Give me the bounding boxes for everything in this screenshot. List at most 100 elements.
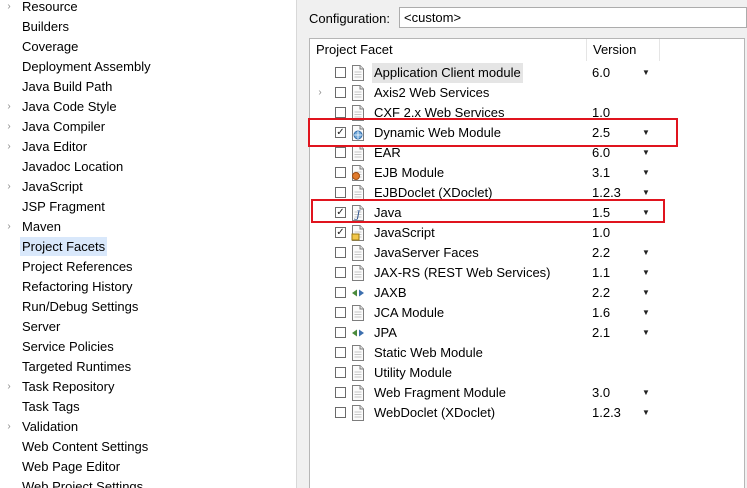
facet-checkbox[interactable]	[335, 387, 346, 398]
nav-item-server[interactable]: Server	[0, 317, 290, 336]
version-dropdown-icon[interactable]: ▼	[642, 323, 650, 343]
nav-item-maven[interactable]: › Maven	[0, 217, 290, 236]
nav-item-resource[interactable]: › Resource	[0, 0, 290, 16]
nav-item-javadoc-location[interactable]: Javadoc Location	[0, 157, 290, 176]
nav-item-run-debug-settings[interactable]: Run/Debug Settings	[0, 297, 290, 316]
version-dropdown-icon[interactable]: ▼	[642, 303, 650, 323]
facet-checkbox[interactable]	[335, 187, 346, 198]
nav-item-java-compiler[interactable]: › Java Compiler	[0, 117, 290, 136]
nav-item-web-project-settings[interactable]: Web Project Settings	[0, 477, 290, 488]
version-dropdown-icon[interactable]: ▼	[642, 63, 650, 83]
facet-version[interactable]: 3.1	[592, 163, 610, 183]
version-dropdown-icon[interactable]: ▼	[642, 123, 650, 143]
facet-checkbox[interactable]	[335, 267, 346, 278]
facet-row-javascript[interactable]: ✓ JavaScript 1.0	[310, 223, 744, 243]
nav-item-coverage[interactable]: Coverage	[0, 37, 290, 56]
facet-version[interactable]: 2.2	[592, 243, 610, 263]
nav-item-project-facets[interactable]: Project Facets	[0, 237, 290, 256]
expand-arrow-icon[interactable]: ›	[4, 177, 14, 196]
facet-version[interactable]: 2.5	[592, 123, 610, 143]
facet-checkbox[interactable]: ✓	[335, 227, 346, 238]
facet-version[interactable]: 1.1	[592, 263, 610, 283]
version-dropdown-icon[interactable]: ▼	[642, 203, 650, 223]
expand-arrow-icon[interactable]: ›	[4, 137, 14, 156]
facet-checkbox[interactable]: ✓	[335, 127, 346, 138]
nav-item-task-repository[interactable]: › Task Repository	[0, 377, 290, 396]
facet-checkbox[interactable]	[335, 407, 346, 418]
facet-checkbox[interactable]	[335, 347, 346, 358]
facet-checkbox[interactable]	[335, 87, 346, 98]
facet-checkbox[interactable]	[335, 107, 346, 118]
nav-item-web-page-editor[interactable]: Web Page Editor	[0, 457, 290, 476]
nav-item-javascript[interactable]: › JavaScript	[0, 177, 290, 196]
nav-item-deployment-assembly[interactable]: Deployment Assembly	[0, 57, 290, 76]
facet-version[interactable]: 1.6	[592, 303, 610, 323]
expand-arrow-icon[interactable]: ›	[4, 0, 14, 16]
facet-row-javaserver-faces[interactable]: JavaServer Faces 2.2 ▼	[310, 243, 744, 263]
facet-row-webdoclet-xdoclet[interactable]: WebDoclet (XDoclet) 1.2.3 ▼	[310, 403, 744, 423]
version-dropdown-icon[interactable]: ▼	[642, 183, 650, 203]
nav-item-refactoring-history[interactable]: Refactoring History	[0, 277, 290, 296]
nav-item-task-tags[interactable]: Task Tags	[0, 397, 290, 416]
facet-checkbox[interactable]	[335, 367, 346, 378]
facet-version[interactable]: 2.1	[592, 323, 610, 343]
nav-item-builders[interactable]: Builders	[0, 17, 290, 36]
version-dropdown-icon[interactable]: ▼	[642, 383, 650, 403]
nav-item-project-references[interactable]: Project References	[0, 257, 290, 276]
facet-version[interactable]: 1.2.3	[592, 403, 621, 423]
nav-item-targeted-runtimes[interactable]: Targeted Runtimes	[0, 357, 290, 376]
version-dropdown-icon[interactable]: ▼	[642, 283, 650, 303]
facet-version[interactable]: 6.0	[592, 143, 610, 163]
expand-arrow-icon[interactable]: ›	[4, 217, 14, 236]
facet-row-application-client-module[interactable]: Application Client module 6.0 ▼	[310, 63, 744, 83]
facet-checkbox[interactable]	[335, 147, 346, 158]
configuration-select[interactable]: <custom>	[399, 7, 747, 28]
version-dropdown-icon[interactable]: ▼	[642, 263, 650, 283]
facet-version[interactable]: 3.0	[592, 383, 610, 403]
expand-arrow-icon[interactable]: ›	[4, 377, 14, 396]
nav-item-java-code-style[interactable]: › Java Code Style	[0, 97, 290, 116]
facet-checkbox[interactable]	[335, 307, 346, 318]
nav-item-web-content-settings[interactable]: Web Content Settings	[0, 437, 290, 456]
facet-checkbox[interactable]	[335, 247, 346, 258]
version-dropdown-icon[interactable]: ▼	[642, 403, 650, 423]
facet-row-jpa[interactable]: JPA 2.1 ▼	[310, 323, 744, 343]
facet-checkbox[interactable]	[335, 287, 346, 298]
facet-checkbox[interactable]	[335, 67, 346, 78]
facet-row-jca-module[interactable]: JCA Module 1.6 ▼	[310, 303, 744, 323]
facet-version[interactable]: 1.2.3	[592, 183, 621, 203]
facet-row-jax-rs-rest-web-services[interactable]: JAX-RS (REST Web Services) 1.1 ▼	[310, 263, 744, 283]
facet-row-cxf-2-x-web-services[interactable]: CXF 2.x Web Services 1.0	[310, 103, 744, 123]
facet-row-ejb-module[interactable]: EJB Module 3.1 ▼	[310, 163, 744, 183]
facet-row-web-fragment-module[interactable]: Web Fragment Module 3.0 ▼	[310, 383, 744, 403]
version-dropdown-icon[interactable]: ▼	[642, 243, 650, 263]
facet-version[interactable]: 6.0	[592, 63, 610, 83]
expand-arrow-icon[interactable]: ›	[4, 117, 14, 136]
column-header-version[interactable]: Version	[587, 39, 659, 61]
nav-item-service-policies[interactable]: Service Policies	[0, 337, 290, 356]
column-header-project-facet[interactable]: Project Facet	[310, 39, 586, 61]
expand-arrow-icon[interactable]: ›	[4, 417, 14, 436]
facet-version[interactable]: 2.2	[592, 283, 610, 303]
facet-row-static-web-module[interactable]: Static Web Module	[310, 343, 744, 363]
nav-item-label: Maven	[22, 219, 62, 234]
expand-arrow-icon[interactable]: ›	[4, 97, 14, 116]
facet-row-axis2-web-services[interactable]: › Axis2 Web Services	[310, 83, 744, 103]
facet-row-ejbdoclet-xdoclet[interactable]: EJBDoclet (XDoclet) 1.2.3 ▼	[310, 183, 744, 203]
facet-checkbox[interactable]	[335, 167, 346, 178]
version-dropdown-icon[interactable]: ▼	[642, 163, 650, 183]
version-dropdown-icon[interactable]: ▼	[642, 143, 650, 163]
facet-row-ear[interactable]: EAR 6.0 ▼	[310, 143, 744, 163]
facet-row-jaxb[interactable]: JAXB 2.2 ▼	[310, 283, 744, 303]
nav-item-jsp-fragment[interactable]: JSP Fragment	[0, 197, 290, 216]
facet-row-java[interactable]: ✓ J Java 1.5 ▼	[310, 203, 744, 223]
nav-item-java-editor[interactable]: › Java Editor	[0, 137, 290, 156]
expand-arrow-icon[interactable]: ›	[315, 83, 325, 103]
facet-checkbox[interactable]	[335, 327, 346, 338]
nav-item-java-build-path[interactable]: Java Build Path	[0, 77, 290, 96]
facet-version[interactable]: 1.5	[592, 203, 610, 223]
facet-checkbox[interactable]: ✓	[335, 207, 346, 218]
facet-row-utility-module[interactable]: Utility Module	[310, 363, 744, 383]
nav-item-validation[interactable]: › Validation	[0, 417, 290, 436]
facet-row-dynamic-web-module[interactable]: ✓ Dynamic Web Module 2.5 ▼	[310, 123, 744, 143]
